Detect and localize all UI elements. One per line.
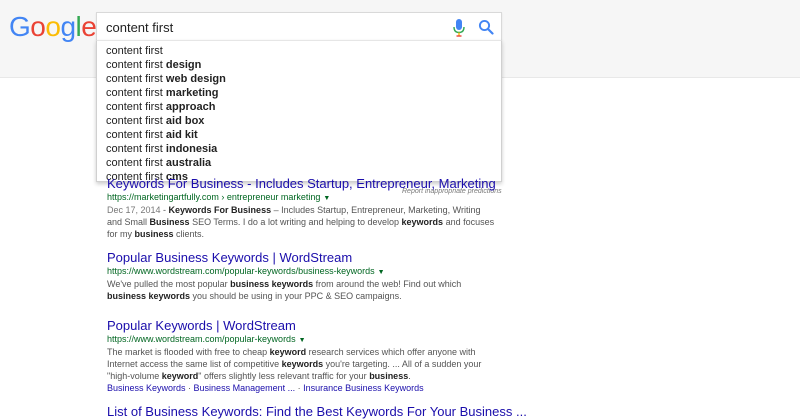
result-title-link[interactable]: Popular Keywords | WordStream bbox=[107, 318, 497, 334]
logo-letter: o bbox=[45, 11, 61, 42]
result-title-link[interactable]: Keywords For Business - Includes Startup… bbox=[107, 176, 497, 192]
suggestion-item[interactable]: content first aid box bbox=[106, 114, 486, 128]
result-date: Dec 17, 2014 bbox=[107, 205, 161, 215]
search-result: Popular Business Keywords | WordStream h… bbox=[107, 250, 497, 302]
caret-down-icon[interactable]: ▼ bbox=[299, 337, 306, 344]
search-input[interactable] bbox=[106, 13, 436, 42]
result-url-text: https://marketingartfully.com › entrepre… bbox=[107, 192, 321, 202]
result-url-text: https://www.wordstream.com/popular-keywo… bbox=[107, 334, 296, 344]
header-bar: Google content first content first desig… bbox=[0, 0, 800, 183]
logo-letter: G bbox=[9, 11, 31, 42]
suggestion-item[interactable]: content first approach bbox=[106, 100, 486, 114]
search-result: Keywords For Business - Includes Startup… bbox=[107, 176, 497, 240]
search-box[interactable] bbox=[96, 12, 502, 42]
logo-letter: o bbox=[30, 11, 46, 42]
result-url: https://marketingartfully.com › entrepre… bbox=[107, 192, 497, 204]
result-snippet: Dec 17, 2014 - Keywords For Business – I… bbox=[107, 205, 495, 239]
result-snippet: The market is flooded with free to cheap… bbox=[107, 347, 482, 381]
sitelink[interactable]: Business Management ... bbox=[194, 383, 296, 393]
sitelink-separator: · bbox=[295, 383, 304, 393]
suggestion-item[interactable]: content first bbox=[106, 44, 486, 58]
logo-letter: e bbox=[81, 11, 97, 42]
logo-letter: g bbox=[60, 11, 76, 42]
google-logo[interactable]: Google bbox=[9, 11, 97, 43]
result-title-link[interactable]: List of Business Keywords: Find the Best… bbox=[107, 404, 527, 420]
search-result: List of Business Keywords: Find the Best… bbox=[107, 404, 527, 420]
suggestion-item[interactable]: content first marketing bbox=[106, 86, 486, 100]
suggestion-item[interactable]: content first indonesia bbox=[106, 142, 486, 156]
suggestion-item[interactable]: content first aid kit bbox=[106, 128, 486, 142]
microphone-icon[interactable] bbox=[453, 19, 465, 37]
search-result: Popular Keywords | WordStream https://ww… bbox=[107, 318, 497, 394]
autocomplete-dropdown: content first content first design conte… bbox=[96, 40, 502, 183]
search-icon[interactable] bbox=[478, 19, 494, 35]
sitelink-separator: · bbox=[185, 383, 194, 393]
result-url-text: https://www.wordstream.com/popular-keywo… bbox=[107, 266, 375, 276]
suggestion-item[interactable]: content first australia bbox=[106, 156, 486, 170]
sitelink[interactable]: Business Keywords bbox=[107, 383, 186, 393]
sitelink[interactable]: Insurance Business Keywords bbox=[303, 383, 424, 393]
result-snippet: We've pulled the most popular business k… bbox=[107, 279, 462, 301]
result-title-link[interactable]: Popular Business Keywords | WordStream bbox=[107, 250, 497, 266]
result-url: https://www.wordstream.com/popular-keywo… bbox=[107, 266, 497, 278]
suggestion-item[interactable]: content first web design bbox=[106, 72, 486, 86]
suggestion-item[interactable]: content first design bbox=[106, 58, 486, 72]
caret-down-icon[interactable]: ▼ bbox=[323, 195, 330, 202]
result-sitelinks: Business Keywords · Business Management … bbox=[107, 382, 497, 394]
result-url: https://www.wordstream.com/popular-keywo… bbox=[107, 334, 497, 346]
caret-down-icon[interactable]: ▼ bbox=[378, 269, 385, 276]
